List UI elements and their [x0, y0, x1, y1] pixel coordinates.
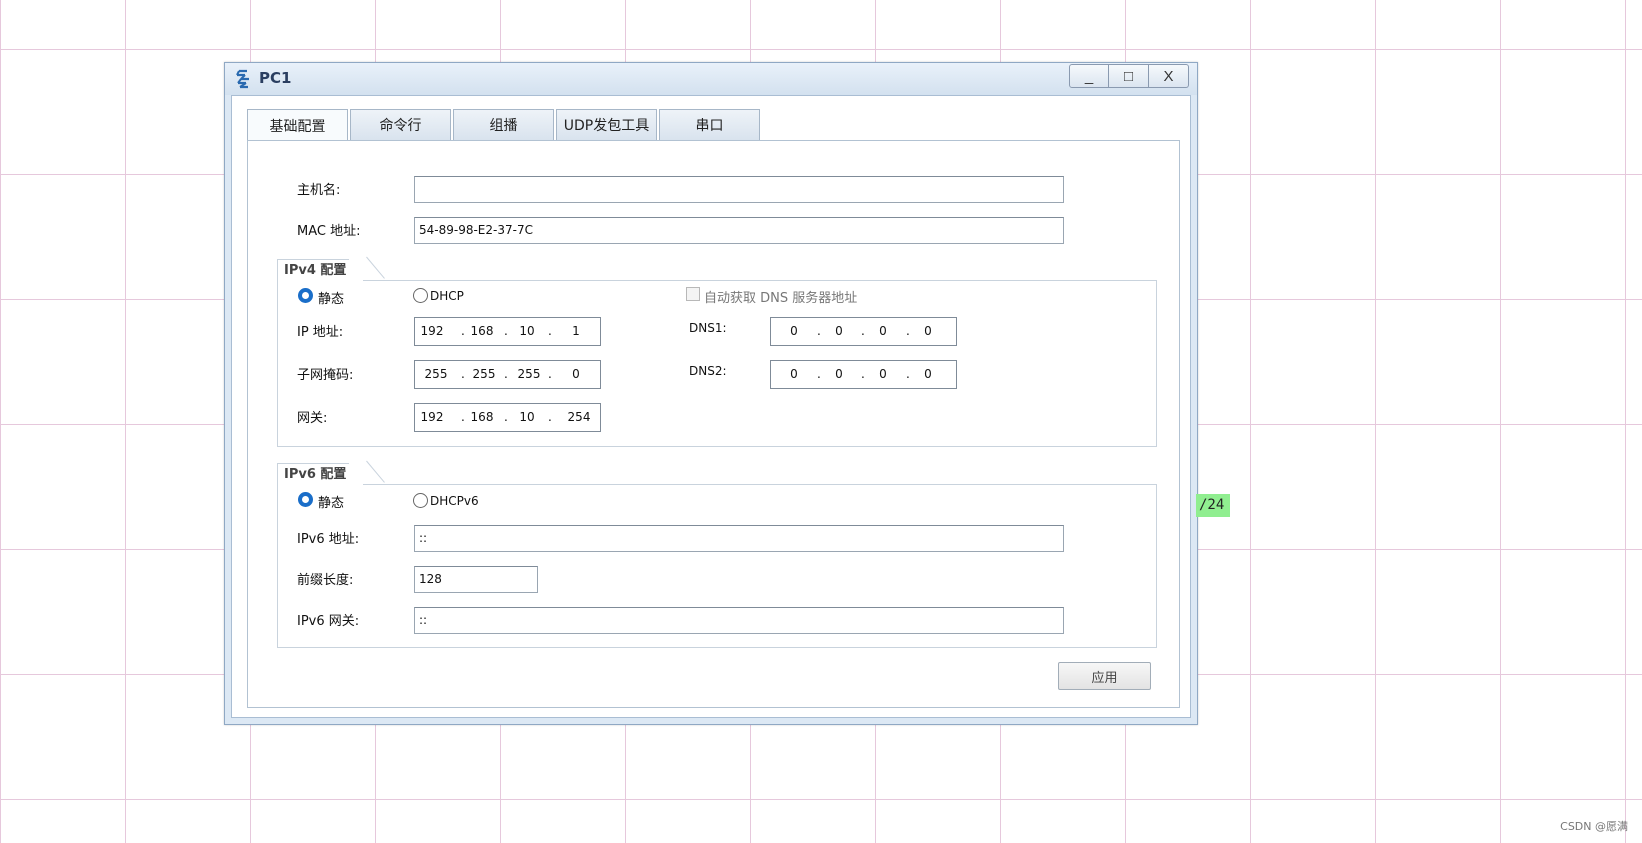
pc-app-icon	[236, 69, 249, 89]
ipv4-static-radio[interactable]	[298, 288, 313, 303]
close-button[interactable]: X	[1149, 64, 1189, 88]
ip-address-field[interactable]: 192. 168. 10. 1	[414, 317, 601, 346]
tab-command-line[interactable]: 命令行	[350, 109, 451, 140]
maximize-button[interactable]: □	[1109, 64, 1149, 88]
ipv4-dhcp-label: DHCP	[430, 289, 464, 303]
mask-octet: 255	[517, 367, 541, 381]
window-title: PC1	[259, 69, 292, 87]
watermark-text: CSDN @愿满	[1560, 820, 1628, 833]
dialog-body: 基础配置 命令行 组播 UDP发包工具 串口 主机名: MAC 地址: 54-8…	[231, 95, 1191, 718]
mac-address-field[interactable]: 54-89-98-E2-37-7C	[414, 217, 1064, 244]
tab-basic-config[interactable]: 基础配置	[247, 109, 348, 141]
dns1-octet: 0	[790, 324, 798, 338]
ipv4-dhcp-radio[interactable]	[413, 288, 428, 303]
close-icon: X	[1163, 67, 1174, 85]
ipv6-address-label: IPv6 地址:	[297, 532, 360, 547]
mask-octet: 0	[572, 367, 580, 381]
ipv6-dhcpv6-radio[interactable]	[413, 493, 428, 508]
subnet-prefix-tag: /24	[1196, 494, 1230, 517]
ip-octet: 168	[470, 324, 494, 338]
minimize-icon: _	[1084, 67, 1094, 85]
prefix-length-label: 前缀长度:	[297, 573, 354, 588]
ipv6-gateway-field[interactable]: ::	[414, 607, 1064, 634]
ip-octet: 192	[420, 324, 444, 338]
dns1-field[interactable]: 0. 0. 0. 0	[770, 317, 957, 346]
dns2-field[interactable]: 0. 0. 0. 0	[770, 360, 957, 389]
gateway-octet: 254	[567, 410, 591, 424]
basic-config-panel: 主机名: MAC 地址: 54-89-98-E2-37-7C IPv4 配置 静…	[247, 140, 1180, 708]
pc1-dialog: PC1 _ □ X 基础配置 命令行 组播 UDP发包工具 串口 主机名: MA…	[224, 62, 1198, 725]
apply-button[interactable]: 应用	[1058, 662, 1151, 690]
ipv6-group-title: IPv6 配置	[277, 463, 363, 486]
subnet-mask-field[interactable]: 255. 255. 255. 0	[414, 360, 601, 389]
tab-multicast[interactable]: 组播	[453, 109, 554, 140]
gateway-field[interactable]: 192. 168. 10. 254	[414, 403, 601, 432]
dns2-octet: 0	[924, 367, 932, 381]
subnet-mask-label: 子网掩码:	[297, 368, 354, 383]
dns2-octet: 0	[879, 367, 887, 381]
gateway-octet: 168	[470, 410, 494, 424]
gateway-label: 网关:	[297, 411, 328, 426]
ip-address-label: IP 地址:	[297, 325, 344, 340]
tab-udp-tool[interactable]: UDP发包工具	[556, 109, 657, 140]
ip-octet: 10	[519, 324, 535, 338]
dns1-label: DNS1:	[689, 321, 727, 335]
gateway-octet: 10	[519, 410, 535, 424]
ip-octet: 1	[572, 324, 580, 338]
ipv4-static-label: 静态	[318, 292, 345, 307]
mac-label: MAC 地址:	[297, 224, 361, 239]
mask-octet: 255	[472, 367, 496, 381]
ipv6-static-radio[interactable]	[298, 492, 313, 507]
mask-octet: 255	[424, 367, 448, 381]
dns2-octet: 0	[835, 367, 843, 381]
prefix-length-field[interactable]: 128	[414, 566, 538, 593]
gateway-octet: 192	[420, 410, 444, 424]
hostname-label: 主机名:	[297, 183, 341, 198]
tab-serial[interactable]: 串口	[659, 109, 760, 140]
auto-dns-checkbox[interactable]	[686, 287, 700, 301]
ipv4-group-title: IPv4 配置	[277, 259, 363, 282]
hostname-input[interactable]	[414, 176, 1064, 203]
ipv6-address-field[interactable]: ::	[414, 525, 1064, 552]
dns1-octet: 0	[879, 324, 887, 338]
maximize-icon: □	[1123, 67, 1134, 85]
auto-dns-label: 自动获取 DNS 服务器地址	[704, 291, 858, 306]
ipv6-static-label: 静态	[318, 496, 345, 511]
dns1-octet: 0	[835, 324, 843, 338]
title-bar[interactable]: PC1 _ □ X	[225, 63, 1197, 95]
ipv6-dhcpv6-label: DHCPv6	[430, 494, 479, 508]
dns2-octet: 0	[790, 367, 798, 381]
dns2-label: DNS2:	[689, 364, 727, 378]
dns1-octet: 0	[924, 324, 932, 338]
minimize-button[interactable]: _	[1069, 64, 1109, 88]
ipv6-gateway-label: IPv6 网关:	[297, 614, 360, 629]
